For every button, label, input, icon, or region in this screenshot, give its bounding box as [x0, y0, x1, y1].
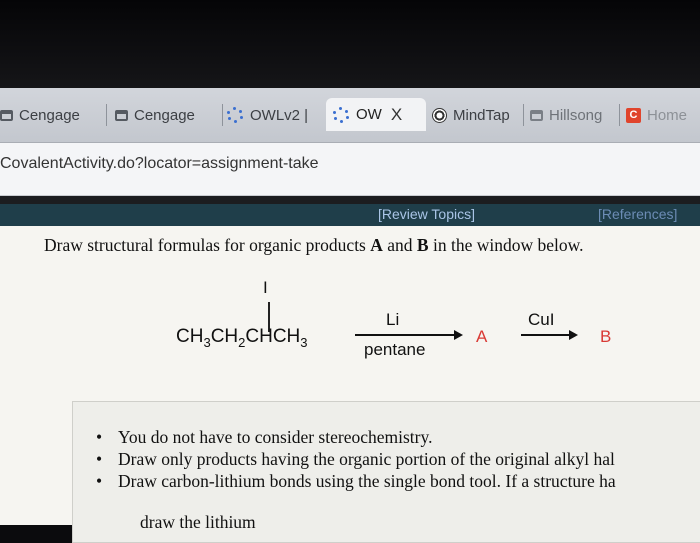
solvent-pentane: pentane	[364, 340, 426, 359]
tab-mindtap[interactable]: MindTap	[432, 101, 524, 129]
instruction-item: You do not have to consider stereochemis…	[96, 426, 616, 448]
tab-label: Cengage	[134, 106, 195, 124]
browser-tab-bar: Cengage Cengage OWLv2 | OW X MindTap Hil…	[0, 88, 700, 143]
tab-hillsong[interactable]: Hillsong	[530, 101, 620, 129]
tab-cengage-2[interactable]: Cengage	[115, 101, 223, 129]
question-content: Draw structural formulas for organic pro…	[0, 226, 700, 543]
instruction-item: Draw carbon-lithium bonds using the sing…	[96, 470, 616, 492]
tab-owlv2[interactable]: OWLv2 |	[226, 101, 326, 129]
tab-label: Hillsong	[549, 106, 603, 124]
spinner-icon	[332, 106, 350, 123]
address-bar[interactable]: CovalentActivity.do?locator=assignment-t…	[0, 143, 700, 196]
iodine-substituent: I	[263, 278, 268, 297]
c-logo-icon: C	[626, 107, 641, 123]
window-icon	[0, 109, 13, 121]
spinner-icon	[226, 107, 244, 123]
product-b-label: B	[600, 327, 612, 346]
reaction-arrow-2	[521, 330, 578, 340]
tab-close-button[interactable]: X	[391, 105, 402, 125]
window-icon	[530, 109, 543, 121]
instructions-list: You do not have to consider stereochemis…	[96, 426, 616, 492]
instruction-item: Draw only products having the organic po…	[96, 448, 616, 470]
reactant-formula: CH3CH2CHCH3	[176, 326, 308, 350]
tab-label: Cengage	[19, 106, 80, 124]
reagent-cui: CuI	[528, 310, 555, 329]
divider	[0, 196, 700, 204]
reaction-scheme: I CH3CH2CHCH3 Li pentane A CuI B	[0, 226, 700, 386]
reagent-li: Li	[386, 310, 400, 329]
tab-label: OWLv2 |	[250, 106, 309, 124]
references-link[interactable]: [References]	[598, 206, 677, 222]
reaction-arrow-1	[355, 330, 463, 340]
owl-toolbar: [Review Topics] [References]	[0, 204, 700, 226]
tab-label: Home	[647, 106, 688, 124]
url-text: CovalentActivity.do?locator=assignment-t…	[0, 155, 319, 172]
tab-label: OW	[356, 106, 382, 123]
window-icon	[115, 109, 128, 121]
review-topics-link[interactable]: [Review Topics]	[378, 206, 475, 222]
tab-label: MindTap	[453, 106, 510, 124]
instruction-continuation: draw the lithium	[140, 512, 256, 532]
tab-home[interactable]: C Home	[626, 101, 700, 129]
screen-bezel	[0, 0, 700, 88]
tab-owl-active[interactable]: OW X	[326, 98, 426, 131]
soccer-ball-icon	[432, 107, 447, 123]
tab-cengage-1[interactable]: Cengage	[0, 101, 107, 129]
product-a-label: A	[476, 327, 488, 346]
